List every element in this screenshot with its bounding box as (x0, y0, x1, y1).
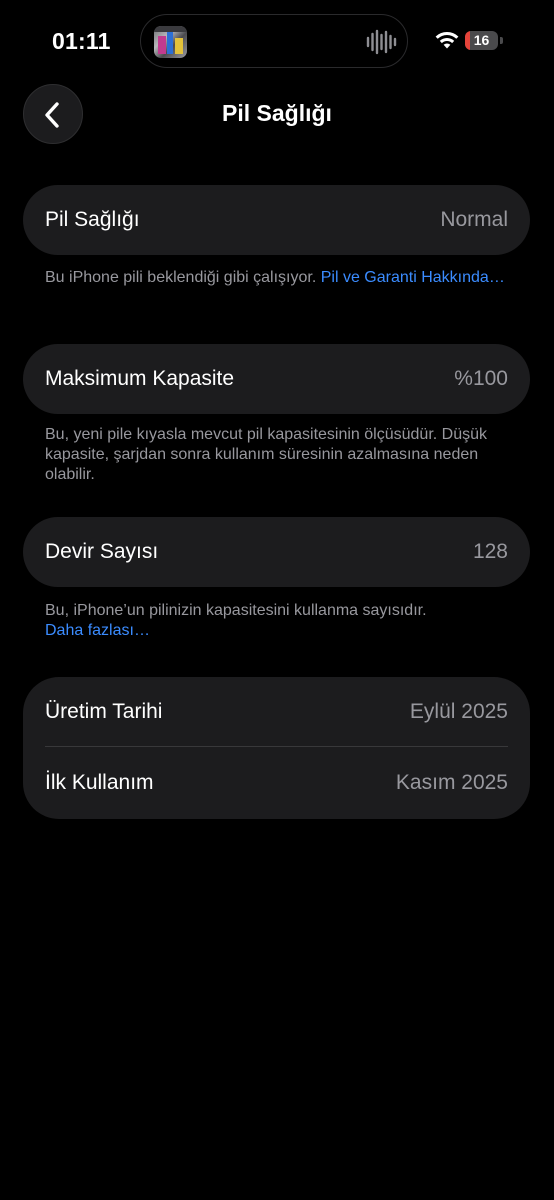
max-capacity-row: Maksimum Kapasite %100 (23, 344, 530, 414)
manufacture-date-value: Eylül 2025 (409, 700, 508, 723)
max-capacity-value: %100 (454, 367, 508, 390)
cycle-count-label: Devir Sayısı (45, 540, 159, 563)
battery-warranty-link[interactable]: Pil ve Garanti Hakkında… (321, 269, 505, 286)
max-capacity-footnote: Bu, yeni pile kıyasla mevcut pil kapasit… (45, 426, 487, 483)
row-divider (45, 746, 508, 747)
first-use-label: İlk Kullanım (45, 771, 154, 794)
cycle-count-row: Devir Sayısı 128 (23, 517, 530, 587)
learn-more-link[interactable]: Daha fazlası… (45, 622, 150, 639)
battery-icon: 16 (465, 31, 498, 50)
battery-health-label: Pil Sağlığı (45, 208, 140, 231)
battery-cap (500, 37, 503, 44)
dates-card: Üretim Tarihi Eylül 2025 İlk Kullanım Ka… (23, 677, 530, 819)
page-title: Pil Sağlığı (222, 100, 332, 126)
battery-health-value: Normal (440, 208, 508, 231)
status-time: 01:11 (52, 28, 111, 54)
battery-health-footnote: Bu iPhone pili beklendiği gibi çalışıyor… (45, 268, 515, 288)
battery-level: 16 (473, 32, 490, 48)
album-art-icon (154, 26, 187, 58)
battery-health-row: Pil Sağlığı Normal (23, 185, 530, 255)
dynamic-island[interactable] (140, 14, 408, 68)
cycle-count-description: Bu, iPhone’un pilinizin kapasitesini kul… (45, 602, 427, 619)
manufacture-date-row: Üretim Tarihi Eylül 2025 (23, 677, 530, 747)
manufacture-date-label: Üretim Tarihi (45, 700, 163, 723)
max-capacity-label: Maksimum Kapasite (45, 367, 235, 390)
cycle-count-card: Devir Sayısı 128 (23, 517, 530, 587)
battery-health-description: Bu iPhone pili beklendiği gibi çalışıyor… (45, 269, 317, 286)
first-use-row: İlk Kullanım Kasım 2025 (23, 748, 530, 818)
waveform-icon (366, 29, 397, 55)
max-capacity-card: Maksimum Kapasite %100 (23, 344, 530, 414)
cycle-count-value: 128 (472, 540, 508, 563)
wifi-icon (435, 31, 459, 49)
first-use-value: Kasım 2025 (395, 771, 508, 794)
battery-health-card: Pil Sağlığı Normal (23, 185, 530, 255)
cycle-count-footnote: Bu, iPhone’un pilinizin kapasitesini kul… (45, 601, 515, 641)
